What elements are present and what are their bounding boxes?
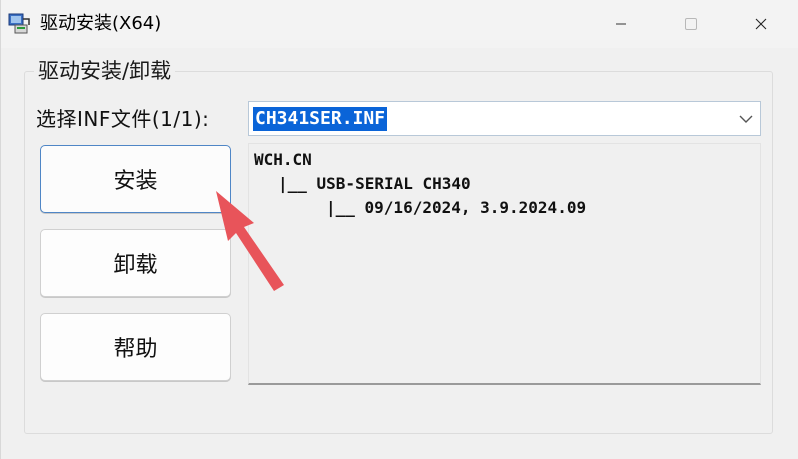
inf-select-label: 选择INF文件(1/1):: [36, 107, 210, 131]
maximize-button[interactable]: [659, 0, 723, 48]
install-button-label: 安装: [113, 169, 158, 194]
minimize-icon: [616, 23, 626, 25]
uninstall-button-label: 卸载: [113, 253, 158, 278]
info-vendor: WCH.CN: [254, 150, 312, 169]
info-device: |__ USB-SERIAL CH340: [278, 174, 471, 193]
info-version: |__ 09/16/2024, 3.9.2024.09: [326, 198, 587, 217]
annotation-arrow: [216, 191, 284, 291]
uninstall-button[interactable]: 卸载: [40, 229, 231, 297]
title-bar[interactable]: 驱动安装(X64): [1, 0, 798, 48]
install-button[interactable]: 安装: [40, 145, 231, 213]
help-button[interactable]: 帮助: [40, 313, 231, 381]
app-icon: [8, 13, 30, 34]
groupbox-title: 驱动安装/卸载: [34, 56, 176, 86]
close-button[interactable]: [729, 0, 793, 48]
driver-install-window: 驱动安装(X64) 驱动安装/卸载 选择INF文件(1/1): CH341SER…: [0, 0, 798, 459]
help-button-label: 帮助: [113, 337, 158, 362]
window-title: 驱动安装(X64): [40, 13, 162, 34]
minimize-button[interactable]: [589, 0, 653, 48]
chevron-down-icon[interactable]: [738, 112, 754, 126]
maximize-icon: [685, 18, 697, 30]
inf-file-combobox[interactable]: CH341SER.INF: [248, 101, 761, 136]
close-icon: [755, 18, 767, 30]
inf-file-selected[interactable]: CH341SER.INF: [253, 107, 388, 131]
driver-info-panel: WCH.CN |__ USB-SERIAL CH340 |__ 09/16/20…: [248, 143, 761, 385]
